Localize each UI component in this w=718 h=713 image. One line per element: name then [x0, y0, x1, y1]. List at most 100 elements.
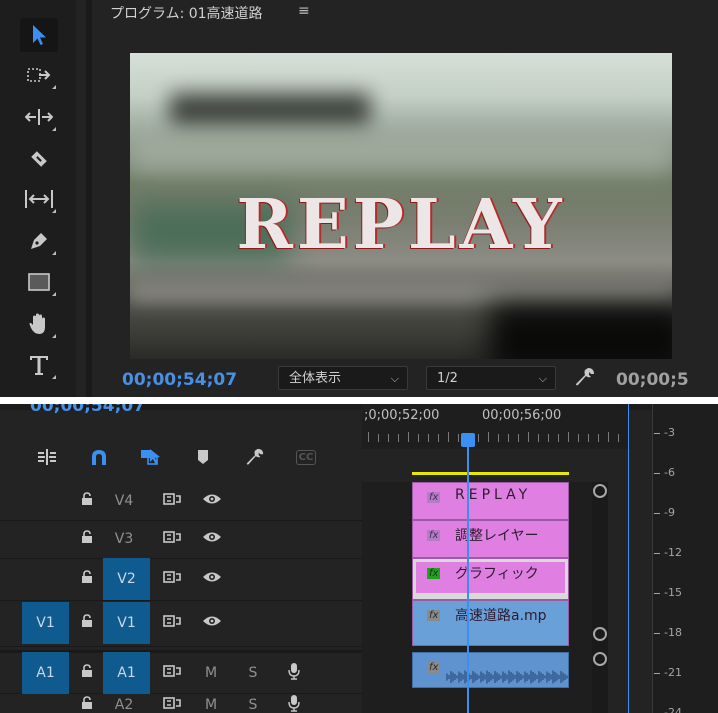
playback-resolution-select[interactable]: 1/2 ⌵ — [426, 366, 556, 390]
lock-icon[interactable] — [78, 492, 96, 510]
solo-button[interactable]: S — [246, 697, 260, 713]
insert-and-overwrite-sequences-icon[interactable] — [34, 444, 60, 470]
sync-lock-icon[interactable] — [160, 530, 184, 548]
track-header-v1: V1 V1 — [0, 600, 362, 647]
timeline-clip[interactable]: fx グラフィック — [412, 558, 569, 600]
meter-db-label: -24 — [664, 706, 682, 713]
track-target-v2[interactable]: V2 — [103, 558, 150, 600]
slip-tool[interactable] — [20, 182, 58, 216]
fx-badge-icon: fx — [427, 610, 441, 621]
program-video-frame[interactable]: REPLAY — [130, 53, 672, 359]
ruler-tick — [528, 432, 529, 442]
timeline-clip[interactable]: fx 調整レイヤー — [412, 520, 569, 558]
program-monitor-panel: プログラム: 01高速道路 ≡ REPLAY 00;00;54;07 全体表示 … — [0, 0, 718, 397]
lock-icon[interactable] — [78, 696, 96, 713]
zoom-level-select[interactable]: 全体表示 ⌵ — [278, 366, 408, 390]
mute-button[interactable]: M — [204, 697, 218, 713]
toggle-output-eye-icon[interactable] — [200, 531, 224, 547]
lock-icon[interactable] — [78, 664, 96, 682]
track-target-v1[interactable]: V1 — [103, 602, 150, 644]
corner-triangle — [52, 127, 56, 131]
hand-tool[interactable] — [20, 307, 58, 341]
time-ruler[interactable]: ;0;00;52;00 00;00;56;00 — [362, 404, 630, 449]
video-blur-shape — [130, 133, 672, 173]
ruler-tick — [608, 432, 609, 442]
scroll-knob[interactable] — [593, 484, 607, 498]
settings-wrench-icon[interactable] — [574, 366, 596, 388]
track-select-forward-tool[interactable] — [20, 58, 58, 92]
meter-tick — [654, 553, 660, 554]
solo-button[interactable]: S — [246, 665, 260, 681]
tools-panel — [0, 0, 76, 397]
voice-over-record-icon[interactable] — [286, 694, 302, 713]
voice-over-record-icon[interactable] — [286, 662, 302, 684]
sync-lock-icon[interactable] — [160, 664, 184, 682]
sync-lock-icon[interactable] — [160, 696, 184, 713]
playhead-line[interactable] — [467, 444, 469, 713]
rectangle-tool[interactable] — [20, 265, 58, 299]
scroll-knob[interactable] — [593, 652, 607, 666]
toggle-output-eye-icon[interactable] — [200, 615, 224, 631]
add-marker-icon[interactable] — [190, 444, 216, 470]
ruler-tick — [428, 434, 429, 442]
ruler-tick — [458, 434, 459, 442]
panel-menu-icon[interactable]: ≡ — [298, 3, 310, 19]
sync-lock-icon[interactable] — [160, 492, 184, 510]
sync-lock-icon[interactable] — [160, 614, 184, 632]
track-vertical-scroll[interactable] — [592, 482, 608, 713]
track-target-a1[interactable]: A1 — [103, 652, 150, 694]
hand-icon — [29, 313, 45, 334]
snap-magnet-icon[interactable] — [86, 444, 112, 470]
toggle-output-eye-icon[interactable] — [200, 571, 224, 587]
selection-tool[interactable] — [20, 18, 58, 52]
arrow-cursor-icon — [33, 25, 46, 45]
ruler-label: ;0;00;52;00 — [364, 408, 440, 423]
audio-clip[interactable]: fx — [412, 652, 569, 688]
panel-divider[interactable] — [86, 0, 92, 397]
meter-tick — [654, 593, 660, 594]
source-patch-a1[interactable]: A1 — [22, 652, 69, 694]
lock-icon[interactable] — [78, 614, 96, 632]
captions-label: CC — [295, 449, 317, 465]
scroll-knob[interactable] — [593, 627, 607, 641]
timeline-clip[interactable]: fx REPLAY — [412, 482, 569, 520]
meter-tick — [654, 473, 660, 474]
track-select-icon — [27, 68, 51, 82]
ruler-tick — [508, 434, 509, 442]
razor-tool[interactable] — [20, 142, 58, 176]
timeline-settings-wrench-icon[interactable] — [242, 444, 268, 470]
meter-edge — [652, 404, 653, 713]
toggle-output-eye-icon[interactable] — [200, 493, 224, 509]
track-header-v2: V2 — [0, 558, 362, 601]
sync-lock-icon[interactable] — [160, 570, 184, 588]
track-target-a2[interactable]: A2 — [106, 697, 142, 713]
playhead-timecode[interactable]: 00;00;54;07 — [122, 370, 237, 390]
linked-selection-icon[interactable] — [138, 444, 164, 470]
captions-cc-icon[interactable]: CC — [292, 444, 320, 470]
ruler-tick — [378, 434, 379, 442]
ripple-edit-tool[interactable] — [20, 100, 58, 134]
chevron-down-icon: ⌵ — [538, 372, 547, 385]
timeline-clip[interactable]: fx 高速道路a.mp — [412, 600, 569, 646]
track-target-v4[interactable]: V4 — [106, 493, 142, 509]
track-header-v3: V3 — [0, 520, 362, 559]
work-area-bar[interactable] — [412, 472, 569, 475]
mute-button[interactable]: M — [204, 665, 218, 681]
lock-icon[interactable] — [78, 530, 96, 548]
audio-waveform — [446, 670, 568, 684]
lock-icon[interactable] — [78, 570, 96, 588]
fx-badge-icon: fx — [427, 568, 441, 579]
type-tool[interactable] — [20, 348, 58, 382]
playback-resolution-value: 1/2 — [437, 371, 458, 386]
ruler-label: 00;00;56;00 — [482, 408, 562, 423]
timeline-panel: 00;00;54;07 ;0;00;52;00 00;00;56;00 CC V… — [0, 404, 718, 713]
source-patch-v1[interactable]: V1 — [22, 602, 69, 644]
ruler-tick — [368, 432, 369, 442]
corner-triangle — [52, 251, 56, 255]
program-monitor-title[interactable]: プログラム: 01高速道路 — [110, 3, 263, 23]
track-target-v3[interactable]: V3 — [106, 531, 142, 547]
rectangle-icon — [28, 273, 50, 291]
timeline-timecode[interactable]: 00;00;54;07 — [30, 404, 145, 416]
pen-tool[interactable] — [20, 224, 58, 258]
meter-db-label: -3 — [664, 426, 675, 439]
